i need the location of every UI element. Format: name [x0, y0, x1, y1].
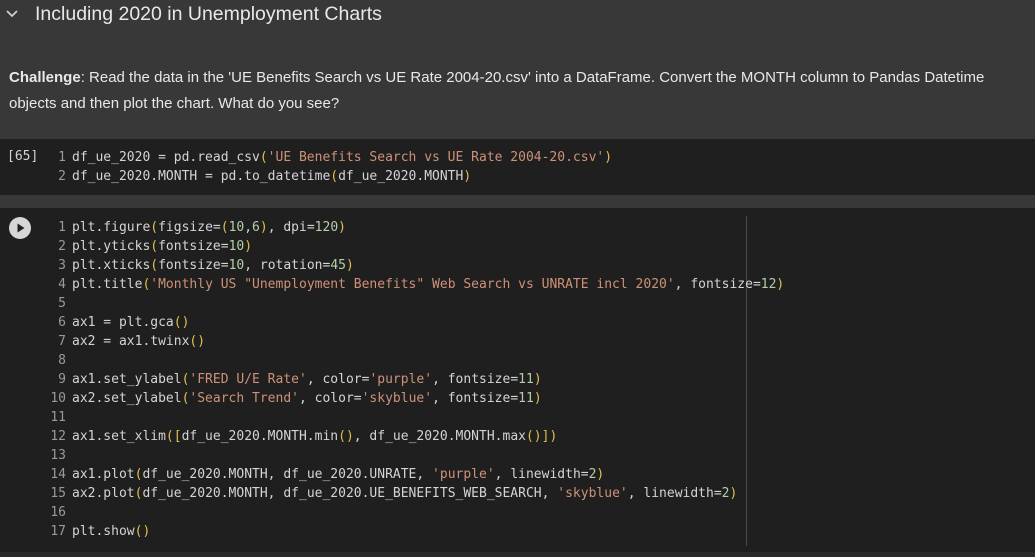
- code-line[interactable]: 13: [46, 446, 784, 465]
- code-line[interactable]: 10 ax2.set_ylabel('Search Trend', color='…: [46, 389, 784, 408]
- code-cell-load[interactable]: [65] 1 df_ue_2020 = pd.read_csv('UE Benef…: [0, 139, 1035, 195]
- code-cell-plot[interactable]: 1 plt.figure(figsize=(10,6), dpi=120) 2 plt…: [0, 208, 1035, 552]
- code-text: df_ue_2020.MONTH = pd.to_datetime(df_ue_…: [72, 169, 472, 184]
- code-text: plt.xticks(fontsize=10, rotation=45): [72, 258, 354, 273]
- cell-divider: [0, 552, 1035, 557]
- code-line[interactable]: 5: [46, 294, 784, 313]
- code-line[interactable]: 2 df_ue_2020.MONTH = pd.to_datetime(df_ue…: [46, 167, 612, 186]
- chevron-down-icon[interactable]: [4, 6, 20, 22]
- line-number: 1: [58, 220, 66, 235]
- code-line[interactable]: 1 df_ue_2020 = pd.read_csv('UE Benefits S…: [46, 148, 612, 167]
- play-icon: [17, 223, 25, 233]
- code-line[interactable]: 2 plt.yticks(fontsize=10): [46, 237, 784, 256]
- code-line[interactable]: 1 plt.figure(figsize=(10,6), dpi=120): [46, 218, 784, 237]
- code-line[interactable]: 14 ax1.plot(df_ue_2020.MONTH, df_ue_2020.…: [46, 465, 784, 484]
- line-number: 6: [58, 315, 66, 330]
- challenge-label: Challenge: [9, 69, 81, 86]
- line-number: 7: [58, 334, 66, 349]
- run-cell-button[interactable]: [9, 217, 31, 239]
- markdown-cell[interactable]: Challenge: Read the data in the 'UE Bene…: [0, 48, 1035, 136]
- code-line[interactable]: 9 ax1.set_ylabel('FRED U/E Rate', color='…: [46, 370, 784, 389]
- line-number: 2: [58, 169, 66, 184]
- line-number: 13: [50, 448, 66, 463]
- line-number: 11: [50, 410, 66, 425]
- code-line[interactable]: 8: [46, 351, 784, 370]
- line-number: 12: [50, 429, 66, 444]
- code-editor[interactable]: 1 plt.figure(figsize=(10,6), dpi=120) 2 plt…: [46, 218, 784, 541]
- line-number: 3: [58, 258, 66, 273]
- challenge-body: : Read the data in the 'UE Benefits Sear…: [9, 69, 985, 112]
- code-line[interactable]: 15 ax2.plot(df_ue_2020.MONTH, df_ue_2020.…: [46, 484, 784, 503]
- line-number: 10: [50, 391, 66, 406]
- line-number: 8: [58, 353, 66, 368]
- code-text: ax2 = ax1.twinx(): [72, 334, 206, 349]
- section-title: Including 2020 in Unemployment Charts: [35, 3, 382, 25]
- challenge-text: Challenge: Read the data in the 'UE Bene…: [9, 65, 1029, 117]
- code-text: plt.show(): [72, 524, 151, 539]
- code-line[interactable]: 12 ax1.set_xlim([df_ue_2020.MONTH.min(), …: [46, 427, 784, 446]
- code-text: plt.figure(figsize=(10,6), dpi=120): [72, 220, 346, 235]
- code-text: ax1.plot(df_ue_2020.MONTH, df_ue_2020.UN…: [72, 467, 605, 482]
- line-number: 9: [58, 372, 66, 387]
- code-text: ax2.set_ylabel('Search Trend', color='sk…: [72, 391, 542, 406]
- code-line[interactable]: 17 plt.show(): [46, 522, 784, 541]
- code-text: df_ue_2020 = pd.read_csv('UE Benefits Se…: [72, 150, 613, 165]
- line-number: 4: [58, 277, 66, 292]
- code-text: ax1.set_xlim([df_ue_2020.MONTH.min(), df…: [72, 429, 558, 444]
- code-line[interactable]: 16: [46, 503, 784, 522]
- line-number: 1: [58, 150, 66, 165]
- code-text: plt.yticks(fontsize=10): [72, 239, 253, 254]
- line-number: 16: [50, 505, 66, 520]
- code-text: ax2.plot(df_ue_2020.MONTH, df_ue_2020.UE…: [72, 486, 738, 501]
- code-line[interactable]: 4 plt.title('Monthly US "Unemployment Ben…: [46, 275, 784, 294]
- line-number: 17: [50, 524, 66, 539]
- code-line[interactable]: 6 ax1 = plt.gca(): [46, 313, 784, 332]
- code-text: ax1 = plt.gca(): [72, 315, 190, 330]
- line-number: 14: [50, 467, 66, 482]
- line-number: 5: [58, 296, 66, 311]
- line-number: 2: [58, 239, 66, 254]
- execution-count: [65]: [7, 149, 39, 164]
- line-number: 15: [50, 486, 66, 501]
- code-text: plt.title('Monthly US "Unemployment Bene…: [72, 277, 785, 292]
- code-text: ax1.set_ylabel('FRED U/E Rate', color='p…: [72, 372, 542, 387]
- code-line[interactable]: 3 plt.xticks(fontsize=10, rotation=45): [46, 256, 784, 275]
- section-header[interactable]: Including 2020 in Unemployment Charts: [0, 0, 1035, 48]
- code-line[interactable]: 7 ax2 = ax1.twinx(): [46, 332, 784, 351]
- code-editor[interactable]: 1 df_ue_2020 = pd.read_csv('UE Benefits S…: [46, 148, 612, 186]
- code-line[interactable]: 11: [46, 408, 784, 427]
